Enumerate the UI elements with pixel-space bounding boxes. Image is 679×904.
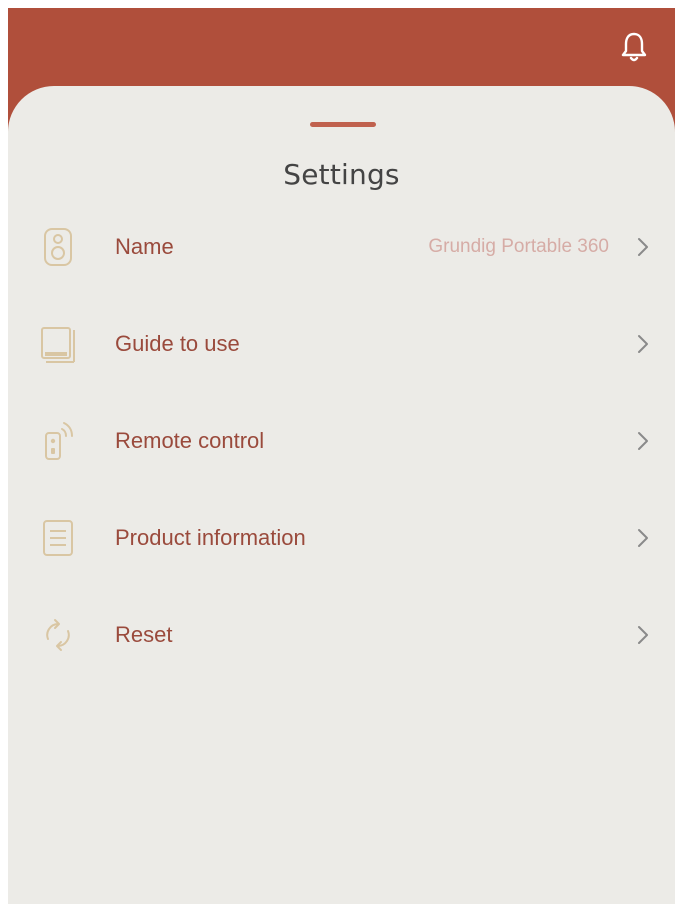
settings-item-label: Remote control (115, 427, 265, 453)
chevron-right-icon (635, 332, 651, 356)
page-title: Settings (283, 158, 400, 191)
settings-sheet: Settings Name Grundig Portable 360 Guide… (8, 86, 675, 904)
app-frame: Settings Name Grundig Portable 360 Guide… (8, 8, 675, 904)
sheet-drag-handle[interactable] (310, 122, 376, 127)
settings-item-label: Name (115, 233, 174, 259)
settings-item-remote-control[interactable]: Remote control (8, 392, 675, 489)
settings-item-guide[interactable]: Guide to use (8, 295, 675, 392)
bell-icon[interactable] (619, 30, 649, 64)
remote-control-icon (36, 419, 80, 463)
settings-item-product-information[interactable]: Product information (8, 489, 675, 586)
settings-item-label: Guide to use (115, 330, 240, 356)
settings-item-reset[interactable]: Reset (8, 586, 675, 683)
settings-item-label: Reset (115, 621, 173, 647)
book-icon (36, 322, 80, 366)
reset-icon (36, 613, 80, 657)
chevron-right-icon (635, 235, 651, 259)
device-name-value: Grundig Portable 360 (428, 235, 609, 257)
settings-item-name[interactable]: Name Grundig Portable 360 (8, 198, 675, 295)
settings-list: Name Grundig Portable 360 Guide to use R… (8, 198, 675, 683)
speaker-icon (36, 225, 80, 269)
chevron-right-icon (635, 429, 651, 453)
chevron-right-icon (635, 623, 651, 647)
chevron-right-icon (635, 526, 651, 550)
settings-item-label: Product information (115, 524, 306, 550)
document-icon (36, 516, 80, 560)
